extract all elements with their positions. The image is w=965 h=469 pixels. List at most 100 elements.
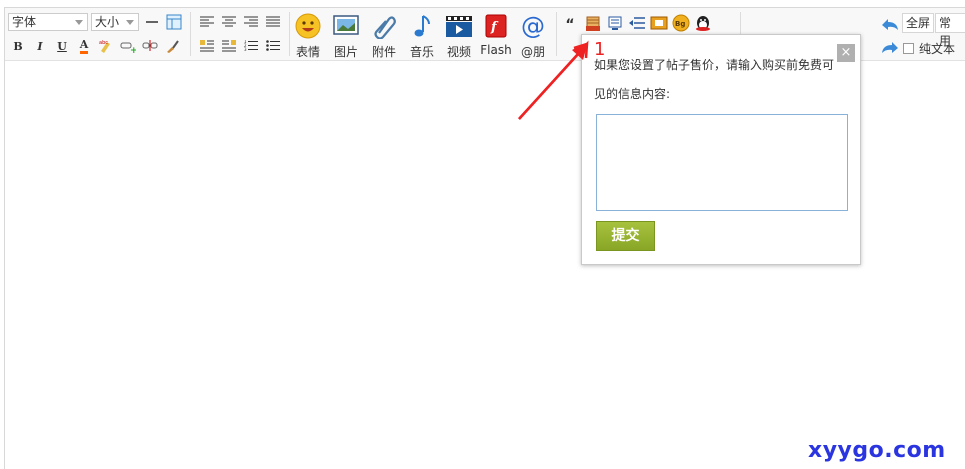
popup-message: 如果您设置了帖子售价，请输入购买前免费可见的信息内容: [594, 58, 835, 101]
horizontal-rule-button[interactable] [143, 13, 161, 31]
video-button[interactable]: 视频 [442, 13, 476, 59]
align-center-button[interactable] [220, 13, 238, 31]
attachment-label: 附件 [371, 45, 396, 59]
free-content-button[interactable] [584, 14, 602, 32]
bold-label: B [13, 39, 23, 53]
video-icon [446, 16, 472, 37]
align-left-button[interactable] [198, 13, 216, 31]
paperclip-icon [374, 16, 396, 39]
font-select[interactable]: 字体 [8, 13, 88, 31]
hide-content-icon [629, 17, 645, 29]
underline-label: U [57, 39, 67, 53]
close-icon: × [840, 45, 852, 60]
image-icon [333, 15, 359, 35]
code-button[interactable] [606, 14, 624, 32]
chevron-down-icon [126, 20, 134, 25]
svg-text:@: @ [521, 13, 545, 39]
qq-penguin-icon [696, 16, 710, 31]
redo-button[interactable] [881, 39, 899, 57]
size-select-label: 大小 [95, 15, 120, 29]
highlight-button[interactable]: abc [97, 37, 115, 55]
qq-button[interactable] [694, 14, 712, 32]
flash-button[interactable]: f Flash [479, 13, 513, 59]
font-color-label: A [79, 38, 89, 54]
undo-button[interactable] [881, 16, 899, 34]
emoticon-button[interactable]: 表情 [291, 13, 325, 59]
image-label: 图片 [333, 45, 358, 59]
common-button[interactable]: 常用 [935, 13, 965, 48]
float-left-icon [200, 40, 214, 52]
fullscreen-label: 全屏 [906, 16, 931, 30]
bold-button[interactable]: B [9, 37, 27, 55]
quote-label: “ [565, 17, 575, 33]
horizontal-rule-icon [146, 21, 158, 23]
plain-text-label: 纯文本 [919, 42, 956, 56]
redo-arrow-icon [882, 42, 898, 53]
free-content-popup: × 如果您设置了帖子售价，请输入购买前免费可见的信息内容: 提交 [581, 34, 861, 265]
flash-icon: f [485, 14, 507, 38]
mention-button[interactable]: @ @朋 [516, 13, 550, 59]
video-label: 视频 [446, 45, 471, 59]
toolbar-separator [556, 12, 557, 56]
italic-label: I [37, 39, 43, 53]
italic-button[interactable]: I [31, 37, 49, 55]
ordered-list-icon: 123 [244, 40, 258, 52]
image-button[interactable]: 图片 [329, 13, 363, 59]
unordered-list-button[interactable] [264, 37, 282, 55]
close-button[interactable]: × [837, 44, 855, 62]
smiley-icon [295, 13, 321, 39]
music-button[interactable]: 音乐 [405, 13, 439, 59]
at-icon: @ [521, 13, 545, 39]
link-icon: + [120, 42, 136, 54]
plain-text-checkbox[interactable] [903, 43, 914, 54]
align-right-button[interactable] [242, 13, 260, 31]
svg-text:3: 3 [244, 47, 247, 52]
mention-label: @朋 [520, 45, 545, 59]
music-note-icon [414, 15, 430, 37]
clear-format-button[interactable] [163, 37, 181, 55]
annotation-number: 1 [594, 39, 606, 60]
align-justify-button[interactable] [264, 13, 282, 31]
align-center-icon [222, 16, 236, 27]
align-left-icon [200, 16, 214, 27]
float-right-button[interactable] [220, 37, 238, 55]
underline-button[interactable]: U [53, 37, 71, 55]
size-select[interactable]: 大小 [91, 13, 139, 31]
align-right-icon [244, 16, 258, 27]
toolbar-separator [289, 12, 290, 56]
link-button[interactable]: + [119, 37, 137, 55]
hide-content-button[interactable] [628, 14, 646, 32]
svg-text:+: + [130, 46, 136, 54]
background-button[interactable]: Bg [672, 14, 690, 32]
chevron-down-icon [75, 20, 83, 25]
quote-button[interactable]: “ [561, 16, 579, 34]
float-right-icon [222, 40, 236, 52]
table-button[interactable] [165, 13, 183, 31]
media-icon [650, 16, 668, 30]
undo-arrow-icon [882, 19, 898, 30]
toolbar-separator [190, 12, 191, 56]
float-left-button[interactable] [198, 37, 216, 55]
submit-button[interactable]: 提交 [596, 221, 655, 251]
table-icon [166, 14, 182, 30]
free-content-icon [586, 16, 600, 31]
font-color-button[interactable]: A [75, 37, 93, 55]
unlink-icon [142, 40, 158, 51]
fullscreen-button[interactable]: 全屏 [902, 13, 935, 33]
svg-text:abc: abc [99, 40, 108, 46]
music-label: 音乐 [409, 45, 434, 59]
free-content-textarea[interactable] [596, 114, 848, 211]
align-justify-icon [266, 16, 280, 27]
flash-label: Flash [480, 43, 512, 57]
unordered-list-icon [266, 40, 280, 51]
font-select-label: 字体 [12, 15, 37, 29]
svg-text:Bg: Bg [675, 20, 685, 28]
unlink-button[interactable] [141, 37, 159, 55]
attachment-button[interactable]: 附件 [367, 13, 401, 59]
code-icon [608, 16, 622, 30]
brush-icon [167, 40, 179, 53]
highlighter-icon: abc [99, 40, 110, 53]
background-icon: Bg [672, 14, 690, 32]
ordered-list-button[interactable]: 123 [242, 37, 260, 55]
media-button[interactable] [650, 14, 668, 32]
